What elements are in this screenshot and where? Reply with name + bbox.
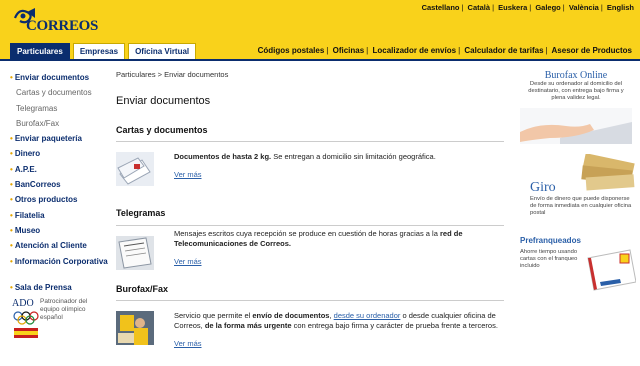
site-header: CORREOS Castellano | Català | Euskera | Gal… (0, 0, 640, 61)
ver-mas-burofax-link[interactable]: Ver más (174, 339, 504, 348)
divider (116, 300, 504, 301)
sidebar-item-label: Sala de Prensa (14, 282, 72, 292)
tab-underline (0, 59, 640, 61)
bullet-icon: • (10, 134, 13, 144)
sidebar-item-cartas[interactable]: Cartas y documentos (10, 85, 105, 100)
bold-text: envío de documentos (252, 311, 330, 320)
bullet-icon: • (10, 73, 13, 82)
sidebar-item-paqueteria[interactable]: • Enviar paquetería (10, 131, 105, 146)
sidebar-item-atencion-cliente[interactable]: • Atención al Cliente (10, 238, 105, 253)
body-text: Se entregan a domicilio sin limitación g… (271, 152, 436, 161)
body-text: Mensajes escritos cuya recepción se prod… (174, 229, 440, 238)
sidebar-item-info-corporativa[interactable]: • Información Corporativa (10, 254, 108, 269)
divider (116, 141, 504, 142)
sidebar-item-label: Filatelia (14, 210, 45, 220)
sidebar-item-bancorreos[interactable]: • BanCorreos (10, 177, 105, 192)
sidebar-item-label: BanCorreos (14, 180, 61, 190)
sidebar-item-label: Enviar documentos (14, 73, 90, 82)
sidebar-item-enviar-documentos[interactable]: • Enviar documentos (10, 70, 105, 85)
link-oficinas[interactable]: Oficinas (333, 46, 365, 55)
courier-thumbnail-icon (116, 311, 154, 345)
lang-catala[interactable]: Català (468, 3, 491, 12)
sidebar-item-filatelia[interactable]: • Filatelia (10, 208, 105, 223)
divider (116, 225, 504, 226)
link-calculador-tarifas[interactable]: Calculador de tarifas (464, 46, 543, 55)
bullet-icon: • (10, 225, 13, 235)
section-cartas: Documentos de hasta 2 kg. Se entregan a … (116, 152, 504, 186)
sidebar-item-burofax[interactable]: Burofax/Fax (10, 116, 105, 131)
page-title: Enviar documentos (116, 95, 211, 107)
bold-text: de la forma más urgente (204, 321, 292, 330)
sidebar-item-label: A.P.E. (14, 164, 37, 174)
section-telegramas: Mensajes escritos cuya recepción se prod… (116, 229, 504, 270)
ado-logo-text: ADO (12, 298, 34, 309)
sidebar-item-label: Atención al Cliente (14, 241, 87, 251)
sidebar-item-dinero[interactable]: • Dinero (10, 146, 105, 161)
breadcrumb[interactable]: Particulares > Enviar documentos (116, 70, 504, 79)
sidebar-item-telegramas[interactable]: Telegramas (10, 101, 105, 116)
section-telegramas-text: Mensajes escritos cuya recepción se prod… (174, 229, 504, 249)
sidebar-item-label: Enviar paquetería (14, 134, 82, 144)
banknotes-image-icon (581, 154, 635, 191)
bold-lead: Documentos de hasta 2 kg. (174, 152, 272, 161)
ado-sponsor-text: Patrocinador del equipo olímpico español (40, 298, 88, 321)
language-selector: Castellano | Català | Euskera | Galego | Val… (421, 3, 634, 12)
sidebar-item-label: Información Corporativa (14, 256, 108, 266)
body-text: con entrega bajo firma y carácter de pru… (291, 321, 498, 330)
section-title-burofax: Burofax/Fax (116, 284, 169, 294)
link-codigos-postales[interactable]: Códigos postales (258, 46, 325, 55)
lang-english[interactable]: English (607, 3, 634, 12)
sidebar-item-label: Museo (14, 225, 41, 235)
section-title-telegramas: Telegramas (116, 208, 166, 218)
sidebar-item-museo[interactable]: • Museo (10, 223, 105, 238)
main-content: Particulares > Enviar documentos Enviar … (116, 70, 504, 348)
bullet-icon: • (10, 282, 13, 292)
lang-euskera[interactable]: Euskera (498, 3, 527, 12)
section-burofax: Servicio que permite el envío de documen… (116, 311, 504, 348)
telegram-thumbnail-icon (116, 236, 154, 270)
bullet-icon: • (10, 256, 13, 266)
promo-burofax-online[interactable]: Burofax Online Desde su ordenador al dom… (520, 70, 632, 144)
lang-valencia[interactable]: València (569, 3, 599, 12)
keyboard-hand-image-icon (520, 108, 632, 144)
bullet-icon: • (10, 149, 13, 159)
utility-links: Códigos postales | Oficinas | Localizador … (257, 46, 632, 55)
airmail-envelope-image-icon (587, 249, 636, 291)
ver-mas-telegramas-link[interactable]: Ver más (174, 257, 504, 266)
lang-castellano[interactable]: Castellano (422, 3, 460, 12)
brand-wordmark[interactable]: CORREOS (26, 18, 98, 35)
promo-title: Burofax Online (544, 70, 608, 81)
bullet-icon: • (10, 164, 13, 174)
sidebar-item-label: Otros productos (14, 195, 78, 205)
ver-mas-cartas-link[interactable]: Ver más (174, 170, 436, 179)
promo-prefranqueados[interactable]: Prefranqueados Ahorre tiempo usando cart… (520, 236, 636, 306)
sidebar-item-sala-prensa[interactable]: • Sala de Prensa (10, 280, 105, 295)
sidebar-nav: • Enviar documentos Cartas y documentos T… (10, 70, 108, 295)
link-localizador-envios[interactable]: Localizador de envíos (372, 46, 456, 55)
sidebar-item-label: Dinero (14, 149, 41, 159)
desde-su-ordenador-link[interactable]: desde su ordenador (334, 311, 401, 320)
promo-text: Envío de dinero que puede disponerse de … (530, 196, 632, 216)
section-burofax-text: Servicio que permite el envío de documen… (174, 311, 504, 331)
promo-text: Desde su ordenador al domicilio del dest… (528, 81, 624, 101)
lang-galego[interactable]: Galego (535, 3, 560, 12)
link-asesor-productos[interactable]: Asesor de Productos (552, 46, 632, 55)
main-tabs: Particulares Empresas Oficina Virtual (10, 43, 199, 61)
section-title-cartas: Cartas y documentos (116, 125, 208, 135)
sidebar-item-ape[interactable]: • A.P.E. (10, 162, 105, 177)
envelopes-thumbnail-icon (116, 152, 154, 186)
bullet-icon: • (10, 195, 13, 205)
sidebar-item-otros-productos[interactable]: • Otros productos (10, 192, 105, 207)
promo-giro[interactable]: Giro Envío de dinero que puede disponers… (520, 154, 635, 226)
bullet-icon: • (10, 180, 13, 190)
promo-column: Burofax Online Desde su ordenador al dom… (520, 70, 636, 316)
promo-title: Prefranqueados (520, 236, 581, 245)
section-cartas-text: Documentos de hasta 2 kg. Se entregan a … (174, 152, 436, 162)
bullet-icon: • (10, 241, 13, 251)
body-text: Servicio que permite el (174, 311, 253, 320)
bullet-icon: • (10, 210, 13, 220)
